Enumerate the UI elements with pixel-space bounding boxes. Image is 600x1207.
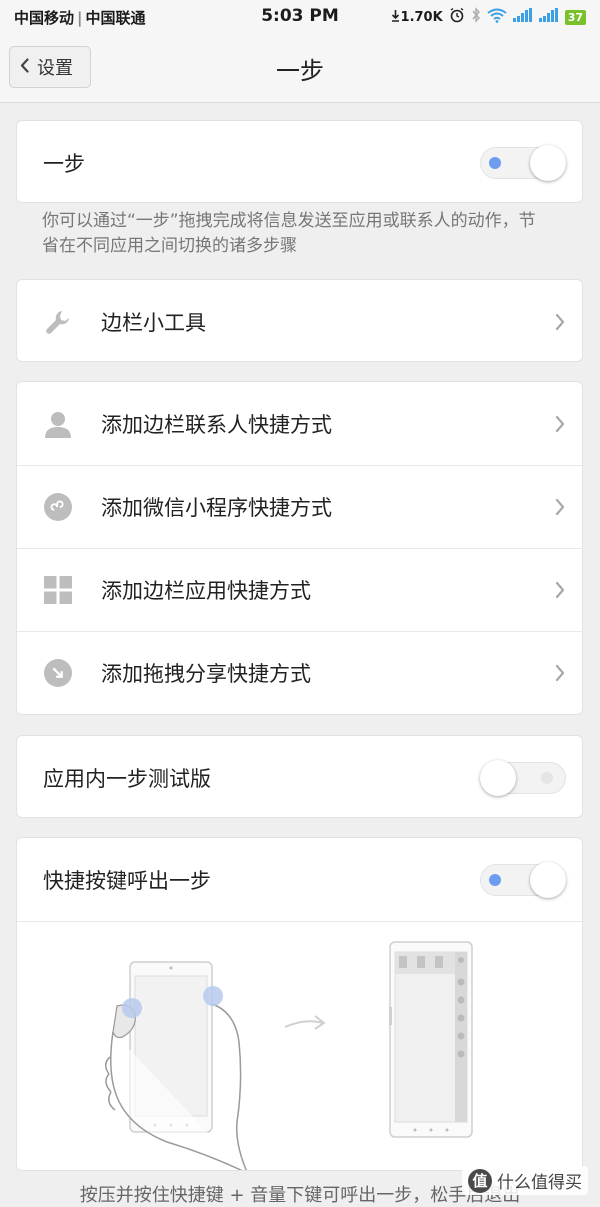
page-title: 一步 [276, 57, 324, 85]
status-bar: 中国移动 | 中国联通 5:03 PM 1.70K 37 [0, 0, 600, 32]
sidebar-tools-card: 边栏小工具 [16, 279, 583, 362]
toggle-knob [530, 861, 566, 898]
watermark: 值 什么值得买 [462, 1166, 588, 1195]
bluetooth-icon [471, 7, 481, 27]
drag-share-icon [44, 659, 72, 687]
shortcut-label: 添加拖拽分享快捷方式 [101, 662, 311, 686]
sidebar-tools-label: 边栏小工具 [101, 310, 206, 335]
watermark-text: 什么值得买 [497, 1173, 582, 1193]
chevron-right-icon [555, 581, 565, 599]
toggle-knob [480, 759, 516, 796]
main-toggle-label: 一步 [43, 151, 85, 176]
app-grid-icon [44, 576, 72, 604]
feature-description: 你可以通过“一步”拖拽完成将信息发送至应用或联系人的动作，节省在不同应用之间切换… [42, 211, 536, 256]
main-toggle-card: 一步 [16, 120, 583, 203]
hotkey-card: 快捷按键呼出一步 [16, 837, 583, 1171]
shortcut-row-mini-program[interactable]: 添加微信小程序快捷方式 [17, 465, 582, 548]
shortcut-label: 添加边栏应用快捷方式 [101, 579, 311, 603]
beta-toggle-switch[interactable] [480, 759, 566, 796]
hotkey-illustration [17, 921, 582, 1170]
hotkey-toggle-label: 快捷按键呼出一步 [43, 868, 211, 893]
chevron-right-icon [555, 415, 565, 432]
hand-phone-illustration [105, 941, 473, 1170]
beta-toggle-card: 应用内一步测试版 [16, 735, 583, 818]
chevron-right-icon [555, 664, 565, 682]
main-toggle-row[interactable]: 一步 [17, 121, 582, 202]
shortcut-row-apps[interactable]: 添加边栏应用快捷方式 [17, 548, 582, 631]
beta-toggle-label: 应用内一步测试版 [43, 766, 211, 791]
toggle-indicator-dot [541, 771, 553, 784]
hotkey-toggle-switch[interactable] [480, 861, 566, 898]
shortcut-label: 添加边栏联系人快捷方式 [101, 412, 332, 437]
net-speed: 1.70K [400, 9, 443, 25]
status-icons: 1.70K 37 [391, 7, 586, 27]
toggle-indicator-dot [489, 873, 501, 886]
sidebar-tools-row[interactable]: 边栏小工具 [17, 280, 582, 361]
person-icon [44, 410, 72, 438]
signal-icon-2 [538, 8, 559, 26]
alarm-icon [449, 7, 465, 27]
chevron-right-icon [555, 313, 565, 330]
shortcuts-card: 添加边栏联系人快捷方式 添加微信小程序快捷方式 添加边栏应用快捷方式 添加拖拽分… [16, 381, 583, 715]
mini-program-icon [44, 493, 72, 521]
signal-icon-1 [512, 8, 533, 26]
download-speed-icon [391, 9, 400, 26]
wifi-icon [487, 8, 507, 27]
watermark-badge: 值 [468, 1168, 492, 1193]
shortcut-row-contacts[interactable]: 添加边栏联系人快捷方式 [17, 382, 582, 465]
battery-indicator: 37 [564, 9, 586, 25]
hotkey-toggle-row[interactable]: 快捷按键呼出一步 [17, 838, 582, 921]
toggle-knob [530, 144, 566, 181]
chevron-right-icon [555, 498, 565, 516]
toggle-indicator-dot [489, 156, 501, 169]
shortcut-label: 添加微信小程序快捷方式 [101, 496, 332, 520]
title-bar: 设置 一步 [0, 32, 600, 103]
beta-toggle-row[interactable]: 应用内一步测试版 [17, 736, 582, 817]
shortcut-row-drag-share[interactable]: 添加拖拽分享快捷方式 [17, 631, 582, 714]
main-toggle-switch[interactable] [480, 144, 566, 181]
wrench-icon [44, 308, 72, 336]
